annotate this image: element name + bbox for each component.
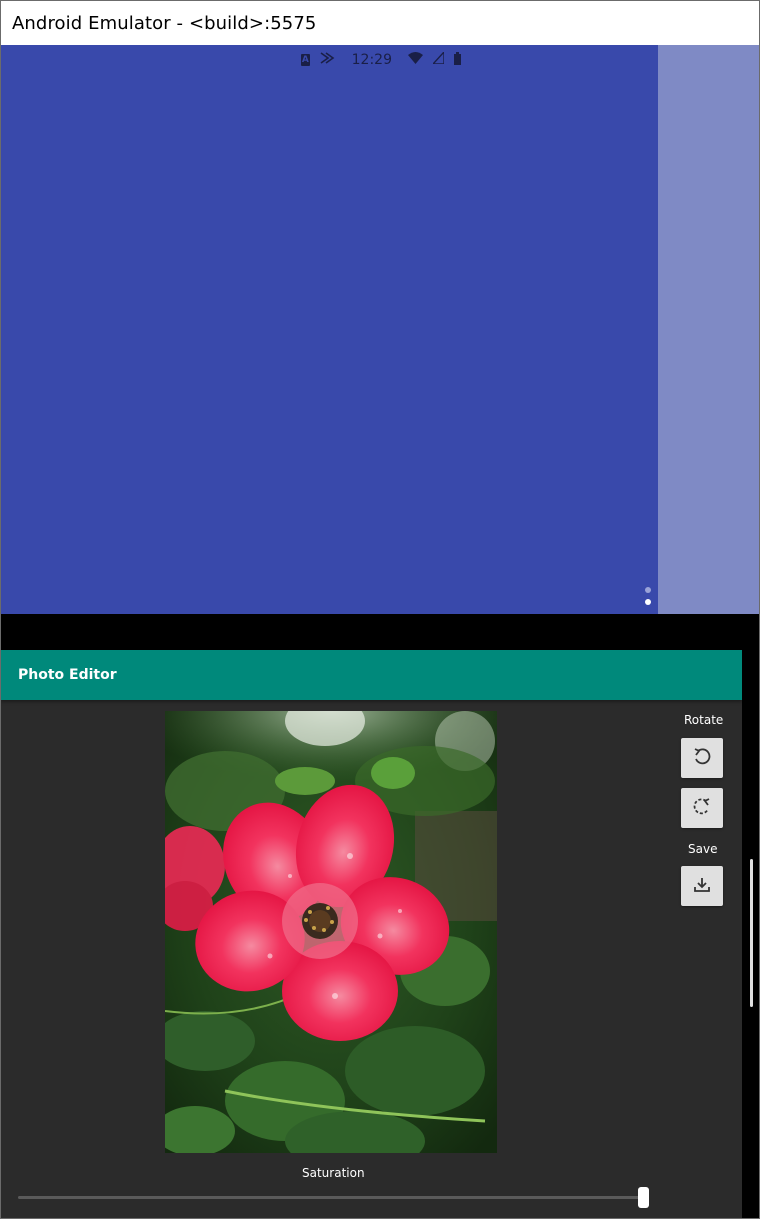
saturation-label: Saturation (302, 1166, 365, 1180)
app-bar: Photo Editor (1, 650, 742, 700)
signal-icon (431, 50, 445, 68)
save-button[interactable] (681, 866, 723, 906)
page-dot-active (645, 599, 651, 605)
status-bar: A 12:29 (301, 49, 461, 71)
a-notification-icon: A (301, 54, 310, 66)
rotate-left-button[interactable] (681, 738, 723, 778)
slider-thumb[interactable] (638, 1187, 649, 1208)
battery-icon (454, 51, 461, 69)
rotate-right-icon (692, 797, 712, 820)
page-indicator (645, 587, 653, 611)
wifi-icon (408, 52, 423, 68)
window-title: Android Emulator - <build>:5575 (12, 12, 317, 34)
status-time: 12:29 (351, 52, 392, 68)
top-right-pane (658, 45, 759, 614)
top-screen[interactable]: A 12:29 (1, 45, 759, 614)
rotate-left-icon (692, 747, 712, 770)
screen-hinge (1, 614, 759, 650)
app-title: Photo Editor (18, 667, 117, 683)
save-label: Save (688, 842, 718, 856)
rose-photo (165, 711, 497, 1153)
rotate-right-button[interactable] (681, 788, 723, 828)
scrollbar[interactable] (750, 859, 753, 1007)
window-titlebar[interactable]: Android Emulator - <build>:5575 (1, 1, 759, 45)
emulator-window: Android Emulator - <build>:5575 A 12:29 (0, 0, 760, 1219)
cast-icon (320, 52, 336, 68)
slider-track (18, 1196, 644, 1199)
rotate-label: Rotate (684, 713, 724, 727)
download-icon (693, 876, 711, 897)
photo-editor-app: Photo Editor Rotate Save Saturation (1, 650, 742, 1218)
saturation-slider[interactable] (18, 1186, 649, 1210)
page-dot (645, 587, 651, 593)
photo-preview[interactable] (165, 711, 497, 1153)
